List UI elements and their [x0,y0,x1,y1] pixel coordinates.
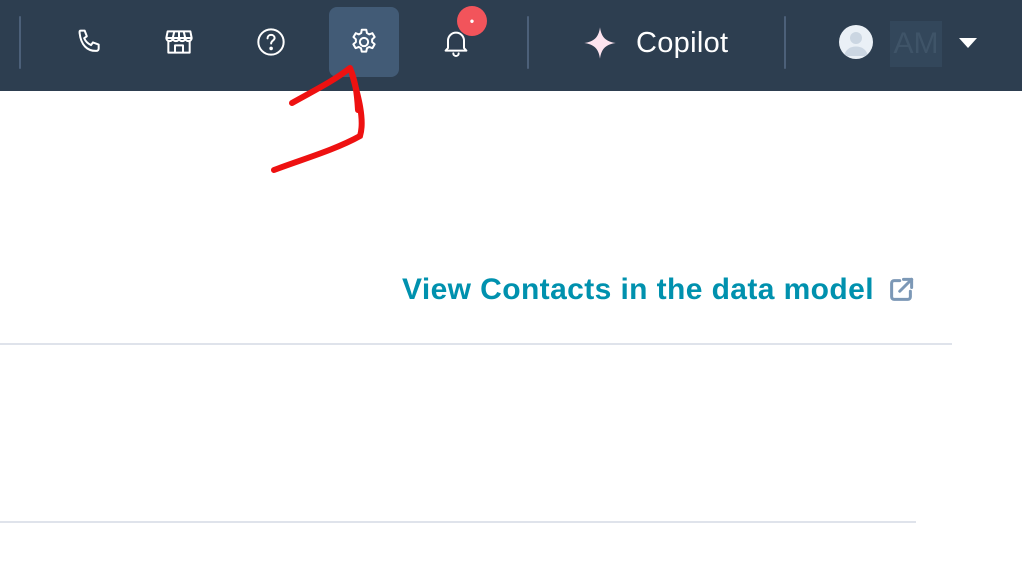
sparkle-icon [584,27,616,59]
gear-icon [352,28,376,53]
calling-button[interactable] [55,7,125,77]
user-initials[interactable]: AM [890,21,942,67]
copilot-button[interactable]: Copilot [582,22,728,64]
view-data-model-link[interactable]: View Contacts in the data model [402,273,916,307]
account-menu-caret-icon[interactable] [959,38,977,48]
user-silhouette-icon [844,32,868,56]
nav-divider [527,16,529,69]
nav-divider [19,16,21,69]
settings-button[interactable] [329,7,399,77]
section-divider [0,521,916,523]
notification-badge: • [457,6,487,36]
phone-icon [78,29,100,52]
storefront-icon [165,30,193,54]
section-divider [0,343,952,345]
top-navigation-bar: • Copilot AM [0,0,1022,91]
copilot-label: Copilot [636,26,729,59]
question-circle-icon [257,28,285,56]
external-link-icon [890,277,914,301]
nav-divider [784,16,786,69]
help-button[interactable] [236,7,306,77]
marketplace-button[interactable] [144,7,214,77]
view-data-model-link-text: View Contacts in the data model [402,273,874,306]
avatar[interactable] [839,25,873,59]
